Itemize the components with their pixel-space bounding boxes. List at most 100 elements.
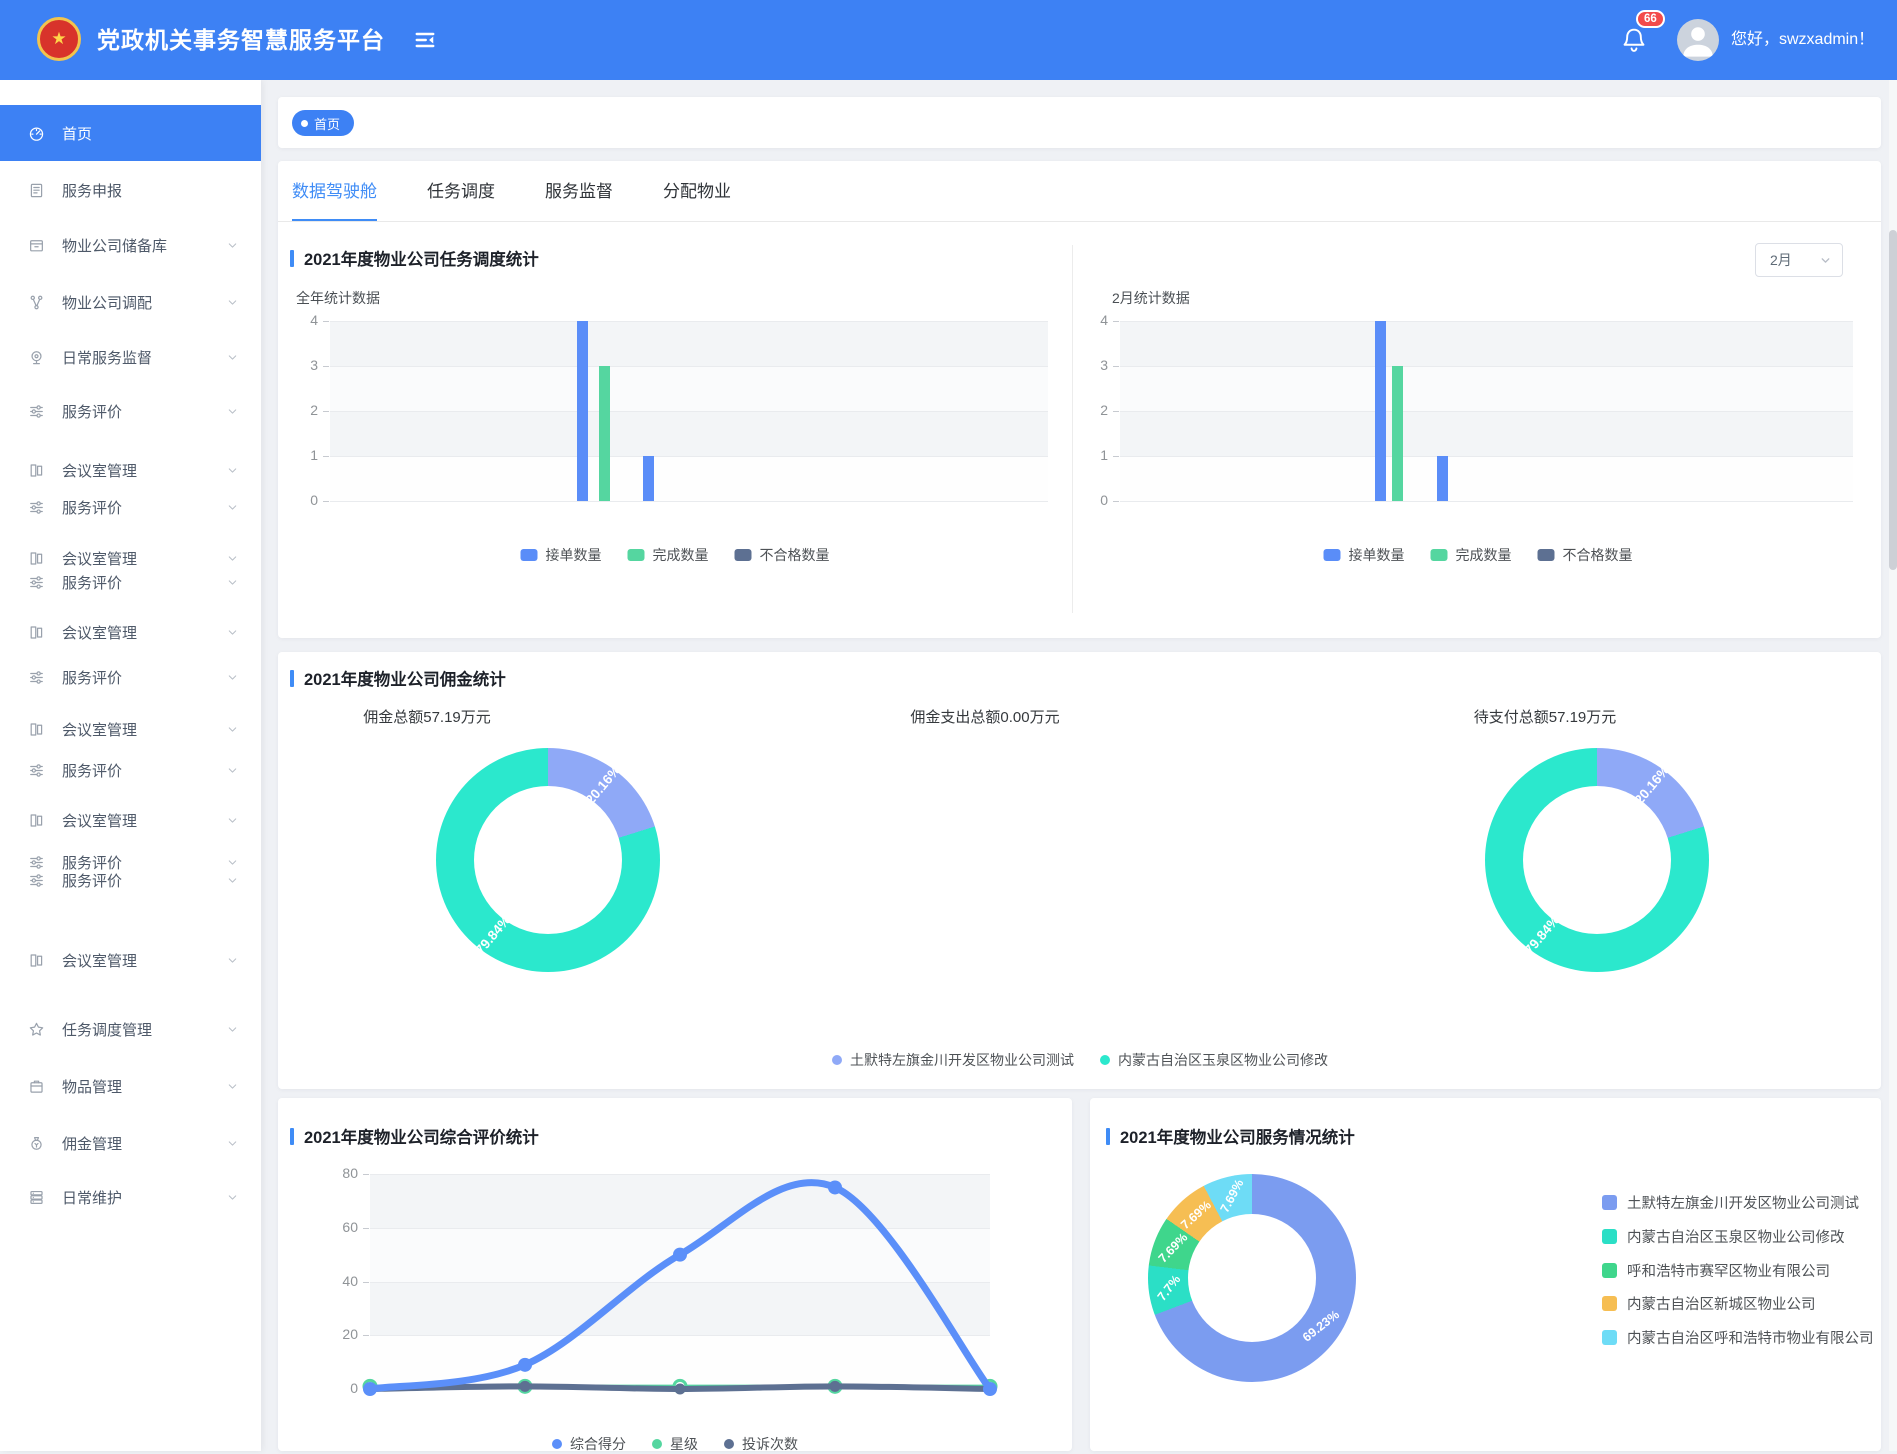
sidebar-item-label: 服务评价 [62,572,122,593]
legend-marker [1431,549,1448,561]
sliders-icon [28,403,45,420]
sidebar-item-task-schedule-mgmt[interactable]: 任务调度管理 [0,1009,261,1049]
legend-item[interactable]: 星级 [652,1434,698,1454]
legend-item[interactable]: 不合格数量 [1538,545,1633,565]
chevron-down-icon [226,764,239,777]
sidebar-item-daily-supervision[interactable]: 日常服务监督 [0,337,261,377]
sidebar-item-label: 服务评价 [62,497,122,518]
national-emblem-logo: ★ [37,17,81,61]
app-root: ★ 党政机关事务智慧服务平台 66 您好，swzxadmin！ 首页服务申报物业… [0,0,1897,1451]
legend-label: 接单数量 [1349,545,1405,565]
month-select[interactable]: 2月 [1755,243,1843,277]
door-icon [28,952,45,969]
avatar[interactable] [1677,19,1719,61]
sidebar-item-meeting-room[interactable]: 会议室管理 [0,709,261,749]
commission-section-title: 2021年度物业公司佣金统计 [290,666,506,690]
door-icon [28,624,45,641]
sidebar-item-daily-maintenance[interactable]: 日常维护 [0,1177,261,1217]
sidebar-item-company-dispatch[interactable]: 物业公司调配 [0,282,261,322]
legend-marker [832,1055,842,1065]
legend-item[interactable]: 接单数量 [521,545,602,565]
data-point-综合得分 [673,1248,687,1262]
sidebar-item-service-evaluation[interactable]: 服务评价 [0,657,261,697]
legend-item[interactable]: 完成数量 [1431,545,1512,565]
legend-item[interactable]: 接单数量 [1324,545,1405,565]
bar-完成数量 [599,366,610,501]
plot-band [1120,411,1853,456]
sidebar-item-home[interactable]: 首页 [0,105,261,161]
sidebar-item-service-declare[interactable]: 服务申报 [0,170,261,210]
plot-band [330,321,1048,366]
legend-item[interactable]: 土默特左旗金川开发区物业公司测试 [1602,1192,1859,1213]
axis-tick [323,411,329,412]
gridline [1120,366,1853,367]
sidebar-item-meeting-room[interactable]: 会议室管理 [0,450,261,490]
legend-item[interactable]: 内蒙古自治区玉泉区物业公司修改 [1602,1226,1845,1247]
menu-collapse-icon[interactable] [413,28,437,52]
gridline [1120,321,1853,322]
monitor-icon [28,349,45,366]
bar-完成数量 [1392,366,1403,501]
tab-service-supervision[interactable]: 服务监督 [545,161,613,221]
sidebar-item-meeting-room[interactable]: 会议室管理 [0,940,261,980]
sidebar-item-service-evaluation[interactable]: 服务评价 [0,750,261,790]
legend-item[interactable]: 完成数量 [628,545,709,565]
sidebar-item-service-evaluation[interactable]: 服务评价 [0,487,261,527]
dashboard-icon [28,125,45,142]
sidebar-item-company-reserve[interactable]: 物业公司储备库 [0,225,261,265]
breadcrumb[interactable]: 首页 [292,110,354,136]
legend-item[interactable]: 投诉次数 [724,1434,798,1454]
y-axis-tick-label: 4 [1078,312,1108,328]
sidebar-item-commission-mgmt[interactable]: 佣金管理 [0,1123,261,1163]
legend-item[interactable]: 内蒙古自治区新城区物业公司 [1602,1293,1816,1314]
legend-label: 土默特左旗金川开发区物业公司测试 [1627,1192,1859,1213]
legend-item[interactable]: 不合格数量 [735,545,830,565]
legend-label: 不合格数量 [1563,545,1633,565]
legend-item[interactable]: 内蒙古自治区玉泉区物业公司修改 [1100,1050,1328,1070]
gridline [330,411,1048,412]
bar-接单数量 [1437,456,1448,501]
sidebar-item-label: 佣金管理 [62,1133,122,1154]
notification-bell-icon[interactable] [1620,26,1648,54]
plot-band [1120,366,1853,411]
legend-marker [735,549,752,561]
gridline [330,501,1048,502]
plot-band [330,456,1048,501]
sliders-icon [28,574,45,591]
title-accent-bar [290,670,294,687]
sidebar-item-meeting-room[interactable]: 会议室管理 [0,612,261,652]
title-accent-bar [290,250,294,267]
legend-label: 完成数量 [1456,545,1512,565]
data-point-综合得分 [828,1180,842,1194]
server-icon [28,1189,45,1206]
legend-label: 综合得分 [570,1434,626,1454]
legend-item[interactable]: 内蒙古自治区呼和浩特市物业有限公司 [1602,1327,1874,1348]
data-point-综合得分 [518,1358,532,1372]
legend-item[interactable]: 呼和浩特市赛罕区物业有限公司 [1602,1260,1830,1281]
title-accent-bar [1106,1128,1110,1145]
service-section-title: 2021年度物业公司服务情况统计 [1106,1124,1355,1148]
tab-assign-property[interactable]: 分配物业 [663,161,731,221]
door-icon [28,721,45,738]
sidebar-item-service-evaluation[interactable]: 服务评价 [0,562,261,602]
tab-data-cockpit[interactable]: 数据驾驶舱 [292,161,377,221]
legend-marker [724,1439,734,1449]
legend-item[interactable]: 土默特左旗金川开发区物业公司测试 [832,1050,1074,1070]
scrollbar-thumb[interactable] [1889,230,1897,570]
month-task-bar-legend: 接单数量 完成数量 不合格数量 [1324,545,1633,565]
tab-task-schedule[interactable]: 任务调度 [427,161,495,221]
notification-badge: 66 [1636,10,1665,28]
commission-total-label: 佣金总额57.19万元 [363,706,491,727]
commission-total-donut-hole [474,786,622,934]
month-chart-subtitle: 2月统计数据 [1112,288,1190,308]
panel-divider [1072,245,1073,613]
sidebar-item-label: 服务评价 [62,760,122,781]
sidebar-item-goods-mgmt[interactable]: 物品管理 [0,1066,261,1106]
legend-marker [1100,1055,1110,1065]
legend-item[interactable]: 综合得分 [552,1434,626,1454]
sidebar-item-service-evaluation[interactable]: 服务评价 [0,860,261,900]
sidebar-item-meeting-room[interactable]: 会议室管理 [0,800,261,840]
legend-marker [521,549,538,561]
sidebar-item-label: 会议室管理 [62,950,137,971]
sidebar-item-service-evaluation[interactable]: 服务评价 [0,391,261,431]
